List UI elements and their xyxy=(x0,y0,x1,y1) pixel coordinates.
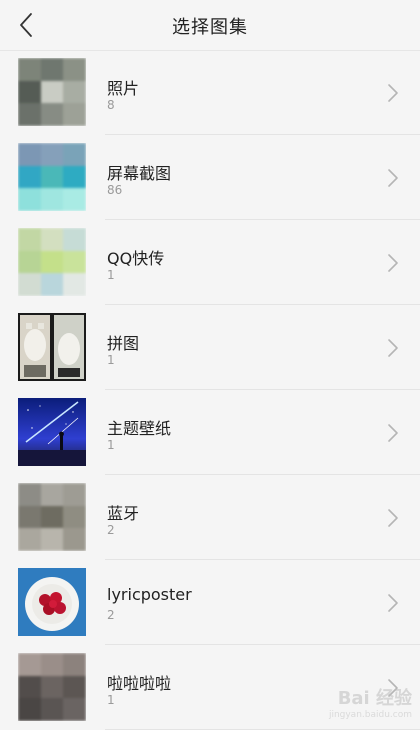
chevron-right-icon xyxy=(388,169,398,187)
album-count: 8 xyxy=(107,98,115,112)
album-count: 1 xyxy=(107,353,115,367)
album-thumbnail xyxy=(18,58,86,126)
album-name: 照片 xyxy=(107,79,140,98)
chevron-right-icon xyxy=(388,509,398,527)
album-thumbnail xyxy=(18,653,86,721)
album-thumbnail xyxy=(18,313,86,381)
album-thumbnail xyxy=(18,228,86,296)
chevron-right-icon xyxy=(388,679,398,697)
album-row[interactable]: lyricposter 2 xyxy=(0,560,420,645)
chevron-right-icon xyxy=(388,424,398,442)
album-picker-screen: 选择图集 照片 8 屏幕截图 86 QQ快传 1 拼图 1 主题壁纸 1 蓝牙 … xyxy=(0,0,420,730)
album-count: 2 xyxy=(107,608,115,622)
chevron-right-icon xyxy=(388,254,398,272)
chevron-right-icon xyxy=(388,594,398,612)
album-row[interactable]: 啦啦啦啦 1 xyxy=(0,645,420,730)
chevron-right-icon xyxy=(388,339,398,357)
album-name: QQ快传 xyxy=(107,249,165,268)
album-row[interactable]: 拼图 1 xyxy=(0,305,420,390)
album-row[interactable]: 屏幕截图 86 xyxy=(0,135,420,220)
album-name: 蓝牙 xyxy=(107,504,140,523)
header-bar: 选择图集 xyxy=(0,0,420,51)
strawberry-thumbnail-image xyxy=(18,568,86,636)
album-count: 2 xyxy=(107,523,115,537)
album-count: 1 xyxy=(107,438,115,452)
wallpaper-thumbnail-image xyxy=(18,398,86,466)
album-list: 照片 8 屏幕截图 86 QQ快传 1 拼图 1 主题壁纸 1 蓝牙 2 lyr… xyxy=(0,50,420,730)
album-row[interactable]: 照片 8 xyxy=(0,50,420,135)
album-thumbnail xyxy=(18,568,86,636)
album-name: 屏幕截图 xyxy=(107,164,172,183)
album-count: 1 xyxy=(107,268,115,282)
page-title: 选择图集 xyxy=(172,17,248,38)
album-thumbnail xyxy=(18,143,86,211)
album-row[interactable]: 主题壁纸 1 xyxy=(0,390,420,475)
album-name: 啦啦啦啦 xyxy=(107,674,172,693)
album-name: 主题壁纸 xyxy=(107,419,172,438)
album-name: lyricposter xyxy=(107,585,192,604)
album-count: 1 xyxy=(107,693,115,707)
album-row[interactable]: 蓝牙 2 xyxy=(0,475,420,560)
collage-thumbnail-image xyxy=(20,315,84,379)
album-row[interactable]: QQ快传 1 xyxy=(0,220,420,305)
chevron-right-icon xyxy=(388,84,398,102)
album-thumbnail xyxy=(18,398,86,466)
album-name: 拼图 xyxy=(107,334,140,353)
album-thumbnail xyxy=(18,483,86,551)
album-count: 86 xyxy=(107,183,123,197)
